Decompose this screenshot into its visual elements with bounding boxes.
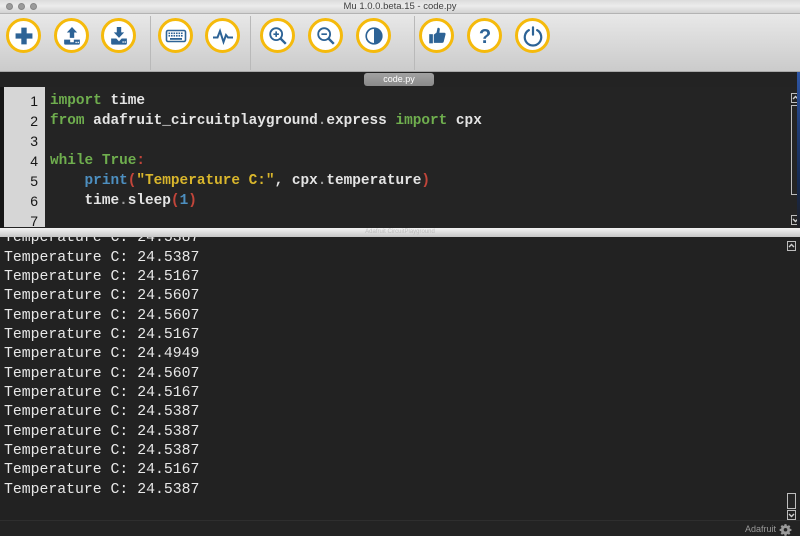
svg-text:?: ? [478,25,490,46]
